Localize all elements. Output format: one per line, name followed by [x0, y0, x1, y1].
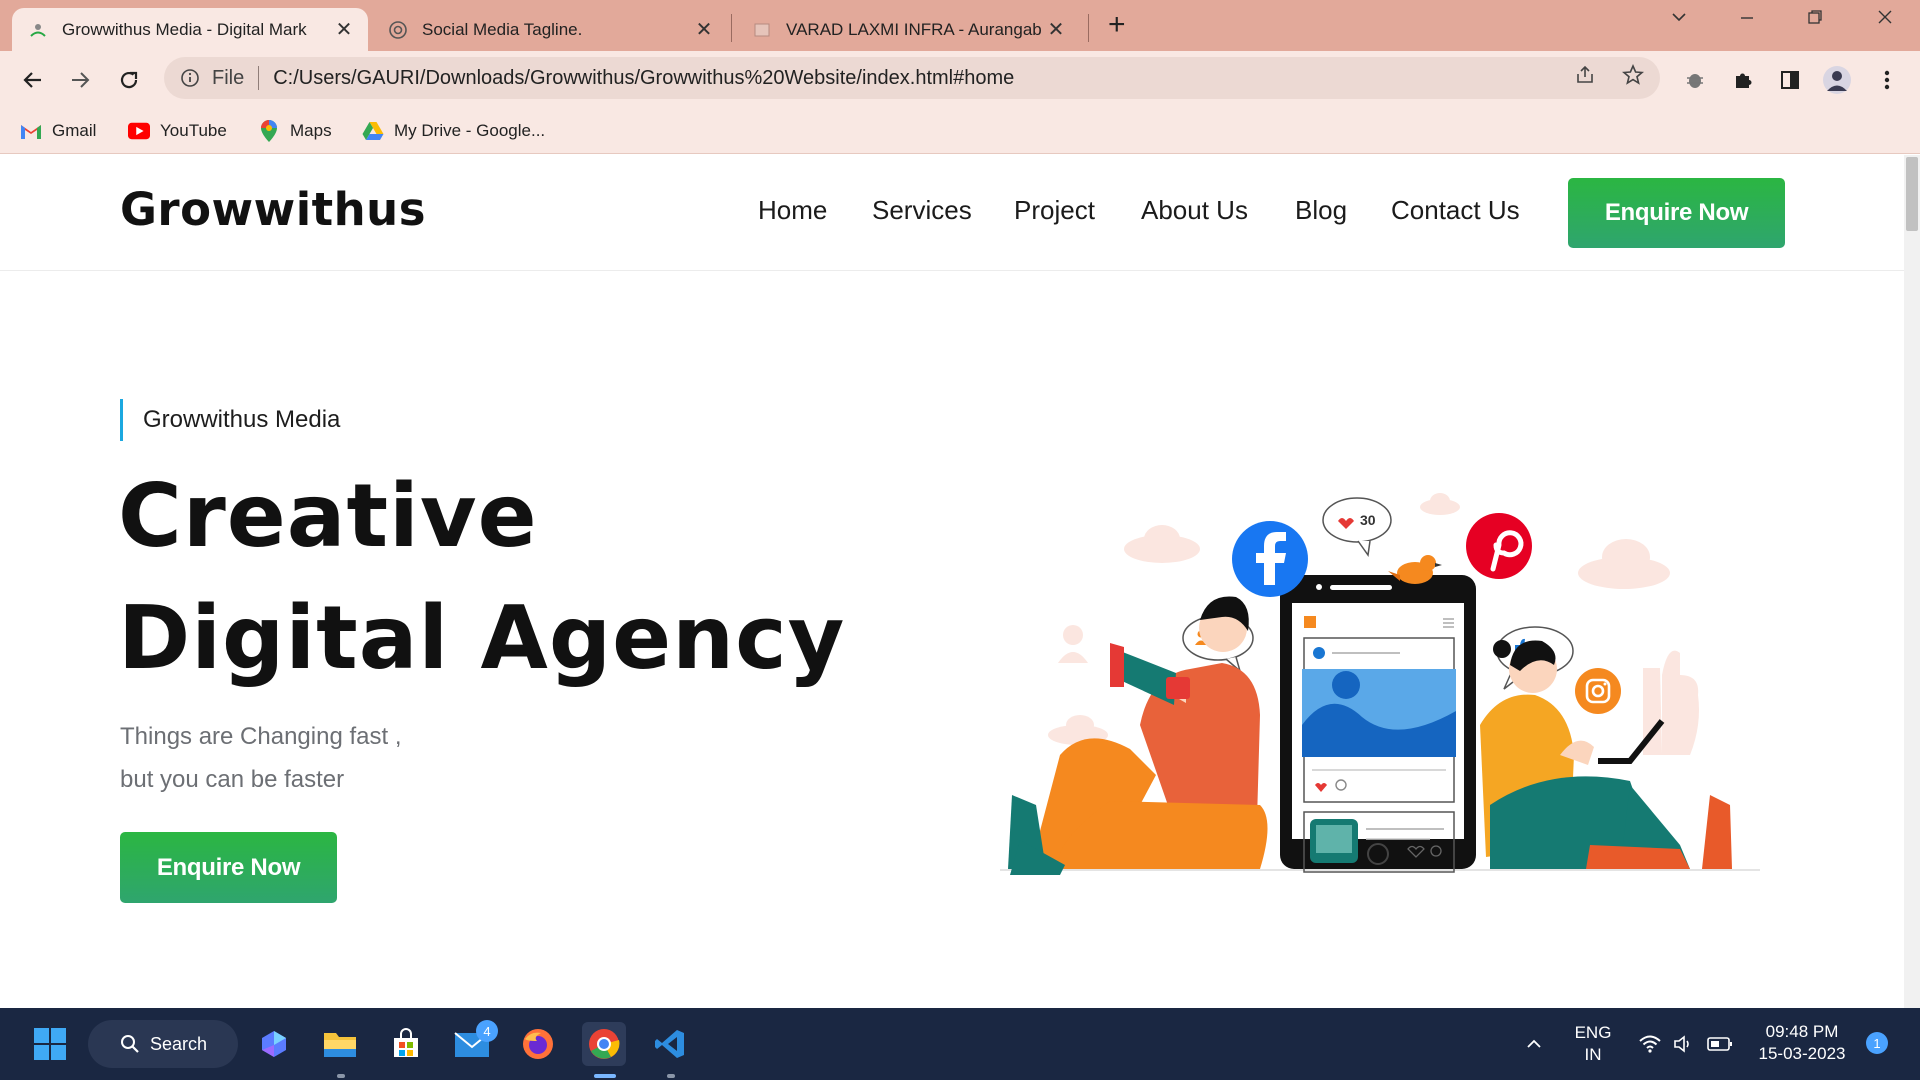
- taskbar-search[interactable]: Search: [88, 1020, 238, 1068]
- file-explorer-icon[interactable]: [318, 1022, 362, 1066]
- chrome-taskbar-icon[interactable]: [582, 1022, 626, 1066]
- page-favicon-icon: [752, 20, 772, 40]
- page-viewport: Growwithus Home Services Project About U…: [0, 155, 1920, 1008]
- maps-icon: [258, 120, 280, 142]
- bookmark-label: Maps: [290, 121, 332, 140]
- chevron-up-icon[interactable]: [1512, 1022, 1556, 1066]
- likes-count: 30: [1360, 512, 1376, 528]
- browser-tab-strip: Growwithus Media - Digital Mark ✕ Social…: [0, 0, 1920, 51]
- restore-icon[interactable]: [1800, 8, 1830, 32]
- bookmark-label: My Drive - Google...: [394, 121, 546, 140]
- microsoft-store-icon[interactable]: [384, 1022, 428, 1066]
- bookmark-maps[interactable]: Maps: [258, 116, 332, 146]
- close-window-icon[interactable]: [1870, 8, 1900, 32]
- minimize-icon[interactable]: [1732, 8, 1762, 32]
- boy-figure: [1008, 596, 1268, 875]
- scheme-label: File: [212, 66, 245, 89]
- nav-project[interactable]: Project: [1014, 195, 1095, 226]
- tab-search-chevron-icon[interactable]: [1664, 8, 1694, 32]
- url-text[interactable]: C:/Users/GAURI/Downloads/Growwithus/Grow…: [273, 67, 1574, 90]
- bookmark-gmail[interactable]: Gmail: [20, 116, 96, 146]
- instagram-icon: [1575, 668, 1621, 714]
- chatgpt-favicon-icon: [388, 20, 408, 40]
- clock[interactable]: 09:48 PM 15-03-2023: [1754, 1021, 1850, 1065]
- pinterest-icon: [1466, 513, 1532, 579]
- back-icon[interactable]: [16, 63, 50, 97]
- tab-divider: [1088, 14, 1089, 42]
- copilot-icon[interactable]: [252, 1022, 296, 1066]
- tab-title: Growwithus Media - Digital Mark: [62, 19, 307, 39]
- region-code: IN: [1584, 1045, 1602, 1064]
- site-header: Growwithus Home Services Project About U…: [0, 155, 1904, 271]
- bookmark-label: YouTube: [160, 121, 227, 140]
- notification-badge[interactable]: 1: [1866, 1032, 1888, 1054]
- tab-title: Social Media Tagline.: [422, 19, 583, 39]
- language-code: ENG: [1574, 1023, 1612, 1042]
- side-panel-icon[interactable]: [1775, 65, 1805, 95]
- clock-date: 15-03-2023: [1758, 1044, 1846, 1063]
- tab-title: VARAD LAXMI INFRA - Aurangab: [786, 19, 1042, 39]
- nav-about-us[interactable]: About Us: [1141, 195, 1248, 226]
- firefox-icon[interactable]: [516, 1022, 560, 1066]
- browser-menu-icon[interactable]: [1872, 65, 1902, 95]
- drive-icon: [362, 120, 384, 142]
- browser-toolbar: File C:/Users/GAURI/Downloads/Growwithus…: [0, 51, 1920, 108]
- nav-blog[interactable]: Blog: [1295, 195, 1347, 226]
- extensions-puzzle-icon[interactable]: [1728, 65, 1758, 95]
- close-tab-icon[interactable]: ✕: [1046, 17, 1066, 42]
- bookmark-label: Gmail: [52, 121, 97, 140]
- bookmarks-bar: Gmail YouTube Maps My Drive - Google...: [0, 108, 1920, 154]
- hero-headline-line-1: Creative: [118, 465, 538, 567]
- language-indicator[interactable]: ENG IN: [1570, 1022, 1616, 1066]
- new-tab-button[interactable]: +: [1108, 10, 1126, 40]
- tab-varad-laxmi[interactable]: VARAD LAXMI INFRA - Aurangab ✕: [736, 8, 1080, 51]
- address-divider: [258, 66, 260, 90]
- close-tab-icon[interactable]: ✕: [694, 17, 714, 42]
- tab-divider: [731, 14, 732, 42]
- nav-home[interactable]: Home: [758, 195, 827, 226]
- bookmark-youtube[interactable]: YouTube: [128, 116, 227, 146]
- likes-bubble-icon: [1322, 497, 1392, 557]
- header-enquire-now-button[interactable]: Enquire Now: [1568, 178, 1785, 248]
- vscode-icon[interactable]: [648, 1022, 692, 1066]
- forward-icon[interactable]: [63, 63, 97, 97]
- page-scrollbar[interactable]: [1904, 155, 1920, 1008]
- share-icon[interactable]: [1574, 64, 1596, 92]
- reload-icon[interactable]: [112, 63, 146, 97]
- bookmark-star-icon[interactable]: [1621, 63, 1645, 92]
- windows-taskbar: Search 4 ENG IN 09:48 PM 15-03-2023 1: [0, 1008, 1920, 1080]
- gmail-icon: [20, 120, 42, 142]
- site-info-icon[interactable]: [178, 66, 202, 90]
- bug-extension-icon[interactable]: [1680, 65, 1710, 95]
- windows-start-icon[interactable]: [28, 1022, 72, 1066]
- nav-contact-us[interactable]: Contact Us: [1391, 195, 1520, 226]
- hero-subtitle-line-1: Things are Changing fast ,: [120, 723, 402, 750]
- hero-enquire-now-button[interactable]: Enquire Now: [120, 832, 337, 903]
- site-logo[interactable]: Growwithus: [120, 183, 426, 236]
- profile-avatar[interactable]: [1822, 65, 1852, 95]
- phone-shape: [1280, 575, 1476, 873]
- explorer-open-indicator: [337, 1074, 345, 1078]
- hero-eyebrow: Growwithus Media: [120, 399, 340, 441]
- tab-social-media-tagline[interactable]: Social Media Tagline. ✕: [372, 8, 728, 51]
- search-label: Search: [150, 1033, 208, 1054]
- hero-headline-line-2: Digital Agency: [118, 587, 846, 689]
- bookmark-google-drive[interactable]: My Drive - Google...: [362, 116, 545, 146]
- facebook-icon: [1232, 521, 1308, 597]
- address-bar[interactable]: File C:/Users/GAURI/Downloads/Growwithus…: [164, 57, 1660, 99]
- youtube-icon: [128, 120, 150, 142]
- scrollbar-thumb[interactable]: [1906, 157, 1918, 231]
- tab-growwithus[interactable]: Growwithus Media - Digital Mark ✕: [12, 8, 368, 51]
- battery-icon[interactable]: [1698, 1022, 1742, 1066]
- vscode-open-indicator: [667, 1074, 675, 1078]
- growwithus-favicon-icon: [28, 20, 48, 40]
- hero-subtitle-line-2: but you can be faster: [120, 766, 345, 793]
- chrome-active-indicator: [594, 1074, 616, 1078]
- close-tab-icon[interactable]: ✕: [334, 17, 354, 42]
- clock-time: 09:48 PM: [1765, 1022, 1839, 1041]
- social-media-illustration: 30 100 50: [1000, 493, 1760, 875]
- mail-unread-badge: 4: [476, 1020, 498, 1042]
- search-icon: [120, 1034, 140, 1059]
- nav-services[interactable]: Services: [872, 195, 972, 226]
